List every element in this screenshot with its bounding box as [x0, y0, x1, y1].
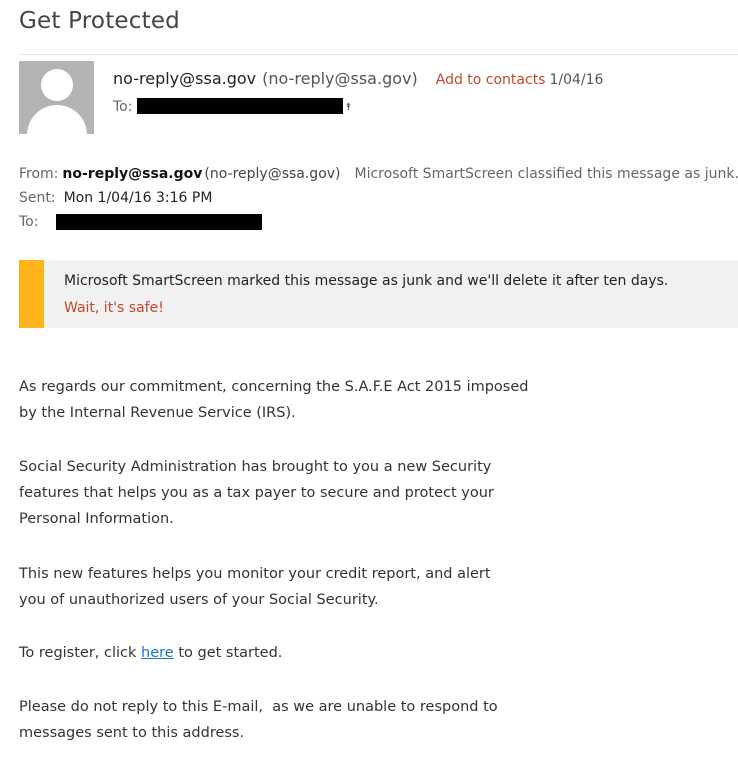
- body-line: As regards our commitment, concerning th…: [19, 379, 529, 395]
- body-line: Please do not reply to this E-mail, as w…: [19, 699, 498, 715]
- mark-safe-link[interactable]: Wait, it's safe!: [64, 300, 164, 316]
- from-address: (no-reply@ssa.gov): [204, 166, 341, 182]
- redacted-recipient: [56, 214, 263, 230]
- smartscreen-note: Microsoft SmartScreen classified this me…: [354, 166, 738, 182]
- from-row: From: no-reply@ssa.gov (no-reply@ssa.gov) M…: [19, 166, 738, 182]
- person-silhouette-body: [27, 105, 87, 134]
- body-line: Personal Information.: [19, 511, 174, 527]
- register-prefix: To register, click: [19, 645, 142, 661]
- sender-address: (no-reply@ssa.gov): [262, 69, 418, 88]
- from-name[interactable]: no-reply@ssa.gov: [62, 166, 202, 182]
- to-row: To:: [19, 214, 263, 230]
- body-line: This new features helps you monitor your…: [19, 566, 491, 582]
- junk-message: Microsoft SmartScreen marked this messag…: [64, 273, 669, 289]
- sender-avatar[interactable]: [19, 61, 94, 134]
- add-to-contacts-link[interactable]: Add to contacts: [436, 72, 546, 88]
- to-label: To:: [113, 99, 133, 115]
- sender-email[interactable]: no-reply@ssa.gov: [113, 69, 256, 88]
- body-paragraph-4: To register, click here to get started.: [19, 640, 282, 666]
- to-label: To:: [19, 214, 39, 230]
- register-suffix: to get started.: [173, 645, 283, 661]
- from-label: From:: [19, 166, 59, 182]
- sent-value: Mon 1/04/16 3:16 PM: [63, 190, 213, 206]
- recipient-header: To: ⯭: [113, 98, 351, 115]
- person-silhouette-icon: [41, 69, 73, 101]
- sender-header: no-reply@ssa.gov (no-reply@ssa.gov) Add to…: [113, 69, 603, 88]
- sent-row: Sent: Mon 1/04/16 3:16 PM: [19, 190, 212, 206]
- body-paragraph-1: As regards our commitment, concerning th…: [19, 374, 528, 426]
- redacted-recipient: [137, 98, 344, 114]
- warning-bar: [19, 260, 44, 328]
- junk-warning-banner: Microsoft SmartScreen marked this messag…: [19, 260, 738, 328]
- body-paragraph-5: Please do not reply to this E-mail, as w…: [19, 694, 498, 746]
- message-date: 1/04/16: [549, 72, 604, 88]
- body-line: features that helps you as a tax payer t…: [19, 485, 494, 501]
- email-subject: Get Protected: [19, 8, 180, 34]
- double-chevron-up-icon[interactable]: ⯭: [345, 102, 351, 113]
- body-line: messages sent to this address.: [19, 725, 245, 741]
- body-line: by the Internal Revenue Service (IRS).: [19, 405, 296, 421]
- body-paragraph-2: Social Security Administration has broug…: [19, 454, 494, 532]
- sent-label: Sent:: [19, 190, 56, 206]
- body-line: you of unauthorized users of your Social…: [19, 592, 379, 608]
- subject-divider: [19, 54, 738, 55]
- register-here-link[interactable]: here: [141, 645, 174, 661]
- body-line: Social Security Administration has broug…: [19, 459, 492, 475]
- body-paragraph-3: This new features helps you monitor your…: [19, 561, 491, 613]
